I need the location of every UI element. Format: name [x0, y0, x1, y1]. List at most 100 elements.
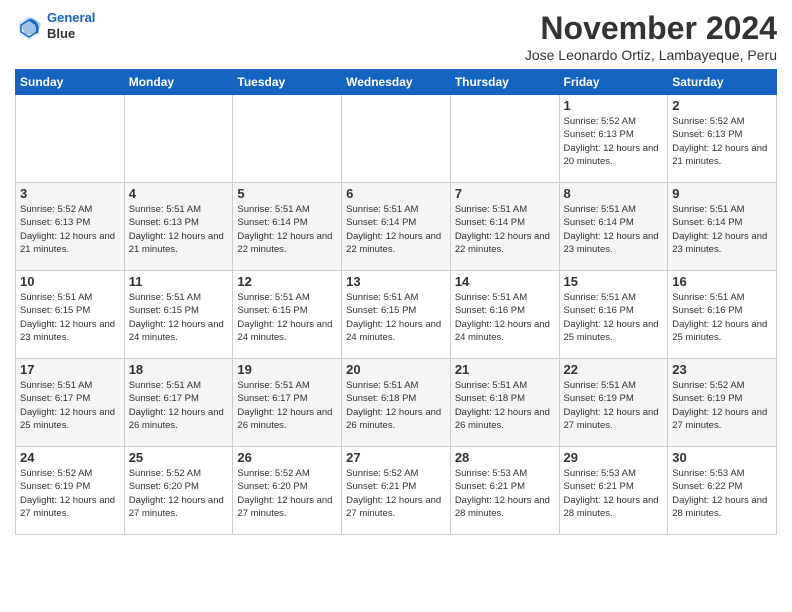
- logo: General Blue: [15, 10, 95, 41]
- day-info: Sunrise: 5:51 AM Sunset: 6:17 PM Dayligh…: [20, 379, 120, 432]
- day-number: 26: [237, 450, 337, 465]
- day-info: Sunrise: 5:51 AM Sunset: 6:18 PM Dayligh…: [346, 379, 446, 432]
- day-number: 25: [129, 450, 229, 465]
- day-header-monday: Monday: [124, 70, 233, 95]
- day-info: Sunrise: 5:51 AM Sunset: 6:14 PM Dayligh…: [564, 203, 664, 256]
- day-info: Sunrise: 5:51 AM Sunset: 6:19 PM Dayligh…: [564, 379, 664, 432]
- calendar-cell: 5Sunrise: 5:51 AM Sunset: 6:14 PM Daylig…: [233, 183, 342, 271]
- day-header-sunday: Sunday: [16, 70, 125, 95]
- calendar-cell: 23Sunrise: 5:52 AM Sunset: 6:19 PM Dayli…: [668, 359, 777, 447]
- page-header: General Blue November 2024 Jose Leonardo…: [15, 10, 777, 63]
- day-info: Sunrise: 5:51 AM Sunset: 6:15 PM Dayligh…: [20, 291, 120, 344]
- calendar-cell: 19Sunrise: 5:51 AM Sunset: 6:17 PM Dayli…: [233, 359, 342, 447]
- day-info: Sunrise: 5:51 AM Sunset: 6:15 PM Dayligh…: [237, 291, 337, 344]
- day-number: 21: [455, 362, 555, 377]
- calendar-cell: 17 Sunrise: 5:51 AM Sunset: 6:17 PM Dayli…: [16, 359, 125, 447]
- day-number: 27: [346, 450, 446, 465]
- calendar-cell: 24 Sunrise: 5:52 AM Sunset: 6:19 PM Dayli…: [16, 447, 125, 535]
- calendar-cell: 27 Sunrise: 5:52 AM Sunset: 6:21 PM Dayli…: [342, 447, 451, 535]
- calendar-cell: 21 Sunrise: 5:51 AM Sunset: 6:18 PM Dayli…: [450, 359, 559, 447]
- day-number: 4: [129, 186, 229, 201]
- logo-icon: [15, 12, 43, 40]
- calendar-cell: [450, 95, 559, 183]
- calendar-cell: 15 Sunrise: 5:51 AM Sunset: 6:16 PM Dayli…: [559, 271, 668, 359]
- title-block: November 2024 Jose Leonardo Ortiz, Lamba…: [525, 10, 777, 63]
- calendar-cell: [124, 95, 233, 183]
- calendar-cell: 28Sunrise: 5:53 AM Sunset: 6:21 PM Dayli…: [450, 447, 559, 535]
- day-number: 8: [564, 186, 664, 201]
- week-row-3: 10Sunrise: 5:51 AM Sunset: 6:15 PM Dayli…: [16, 271, 777, 359]
- calendar-cell: [342, 95, 451, 183]
- calendar-cell: 26Sunrise: 5:52 AM Sunset: 6:20 PM Dayli…: [233, 447, 342, 535]
- calendar-cell: 9 Sunrise: 5:51 AM Sunset: 6:14 PM Daylig…: [668, 183, 777, 271]
- calendar-cell: 4 Sunrise: 5:51 AM Sunset: 6:13 PM Daylig…: [124, 183, 233, 271]
- day-number: 11: [129, 274, 229, 289]
- day-info: Sunrise: 5:52 AM Sunset: 6:19 PM Dayligh…: [20, 467, 120, 520]
- logo-text: General Blue: [47, 10, 95, 41]
- calendar-cell: 16 Sunrise: 5:51 AM Sunset: 6:16 PM Dayli…: [668, 271, 777, 359]
- day-number: 20: [346, 362, 446, 377]
- month-title: November 2024: [525, 10, 777, 47]
- day-info: Sunrise: 5:51 AM Sunset: 6:15 PM Dayligh…: [346, 291, 446, 344]
- day-number: 30: [672, 450, 772, 465]
- week-row-4: 17 Sunrise: 5:51 AM Sunset: 6:17 PM Dayli…: [16, 359, 777, 447]
- calendar-cell: 20 Sunrise: 5:51 AM Sunset: 6:18 PM Dayli…: [342, 359, 451, 447]
- day-number: 17: [20, 362, 120, 377]
- week-row-1: 1 Sunrise: 5:52 AM Sunset: 6:13 PM Daylig…: [16, 95, 777, 183]
- calendar-cell: [16, 95, 125, 183]
- day-number: 22: [564, 362, 664, 377]
- day-info: Sunrise: 5:52 AM Sunset: 6:13 PM Dayligh…: [672, 115, 772, 168]
- day-header-wednesday: Wednesday: [342, 70, 451, 95]
- calendar-cell: 25 Sunrise: 5:52 AM Sunset: 6:20 PM Dayli…: [124, 447, 233, 535]
- day-number: 29: [564, 450, 664, 465]
- day-header-friday: Friday: [559, 70, 668, 95]
- day-number: 12: [237, 274, 337, 289]
- day-info: Sunrise: 5:52 AM Sunset: 6:21 PM Dayligh…: [346, 467, 446, 520]
- week-row-2: 3Sunrise: 5:52 AM Sunset: 6:13 PM Daylig…: [16, 183, 777, 271]
- calendar-cell: 3Sunrise: 5:52 AM Sunset: 6:13 PM Daylig…: [16, 183, 125, 271]
- day-number: 1: [564, 98, 664, 113]
- day-info: Sunrise: 5:51 AM Sunset: 6:18 PM Dayligh…: [455, 379, 555, 432]
- day-header-saturday: Saturday: [668, 70, 777, 95]
- day-info: Sunrise: 5:51 AM Sunset: 6:14 PM Dayligh…: [672, 203, 772, 256]
- day-info: Sunrise: 5:52 AM Sunset: 6:13 PM Dayligh…: [564, 115, 664, 168]
- day-info: Sunrise: 5:51 AM Sunset: 6:15 PM Dayligh…: [129, 291, 229, 344]
- day-number: 24: [20, 450, 120, 465]
- calendar-cell: 10Sunrise: 5:51 AM Sunset: 6:15 PM Dayli…: [16, 271, 125, 359]
- day-info: Sunrise: 5:51 AM Sunset: 6:16 PM Dayligh…: [672, 291, 772, 344]
- day-header-tuesday: Tuesday: [233, 70, 342, 95]
- day-info: Sunrise: 5:53 AM Sunset: 6:22 PM Dayligh…: [672, 467, 772, 520]
- calendar-cell: 22 Sunrise: 5:51 AM Sunset: 6:19 PM Dayli…: [559, 359, 668, 447]
- calendar-cell: 1 Sunrise: 5:52 AM Sunset: 6:13 PM Daylig…: [559, 95, 668, 183]
- calendar-cell: 7 Sunrise: 5:51 AM Sunset: 6:14 PM Daylig…: [450, 183, 559, 271]
- day-number: 2: [672, 98, 772, 113]
- calendar-body: 1 Sunrise: 5:52 AM Sunset: 6:13 PM Daylig…: [16, 95, 777, 535]
- day-info: Sunrise: 5:51 AM Sunset: 6:14 PM Dayligh…: [237, 203, 337, 256]
- calendar-cell: 2 Sunrise: 5:52 AM Sunset: 6:13 PM Daylig…: [668, 95, 777, 183]
- day-info: Sunrise: 5:51 AM Sunset: 6:16 PM Dayligh…: [455, 291, 555, 344]
- day-number: 6: [346, 186, 446, 201]
- day-info: Sunrise: 5:51 AM Sunset: 6:14 PM Dayligh…: [346, 203, 446, 256]
- day-number: 15: [564, 274, 664, 289]
- calendar-cell: 11 Sunrise: 5:51 AM Sunset: 6:15 PM Dayli…: [124, 271, 233, 359]
- day-info: Sunrise: 5:51 AM Sunset: 6:14 PM Dayligh…: [455, 203, 555, 256]
- calendar-cell: 12 Sunrise: 5:51 AM Sunset: 6:15 PM Dayli…: [233, 271, 342, 359]
- subtitle: Jose Leonardo Ortiz, Lambayeque, Peru: [525, 47, 777, 63]
- day-number: 7: [455, 186, 555, 201]
- day-info: Sunrise: 5:51 AM Sunset: 6:17 PM Dayligh…: [237, 379, 337, 432]
- day-info: Sunrise: 5:51 AM Sunset: 6:16 PM Dayligh…: [564, 291, 664, 344]
- day-number: 16: [672, 274, 772, 289]
- day-info: Sunrise: 5:51 AM Sunset: 6:13 PM Dayligh…: [129, 203, 229, 256]
- day-info: Sunrise: 5:51 AM Sunset: 6:17 PM Dayligh…: [129, 379, 229, 432]
- calendar-table: SundayMondayTuesdayWednesdayThursdayFrid…: [15, 69, 777, 535]
- calendar-cell: 14Sunrise: 5:51 AM Sunset: 6:16 PM Dayli…: [450, 271, 559, 359]
- day-info: Sunrise: 5:53 AM Sunset: 6:21 PM Dayligh…: [455, 467, 555, 520]
- calendar-cell: 6 Sunrise: 5:51 AM Sunset: 6:14 PM Daylig…: [342, 183, 451, 271]
- day-info: Sunrise: 5:52 AM Sunset: 6:20 PM Dayligh…: [129, 467, 229, 520]
- calendar-cell: 13Sunrise: 5:51 AM Sunset: 6:15 PM Dayli…: [342, 271, 451, 359]
- day-header-thursday: Thursday: [450, 70, 559, 95]
- day-number: 3: [20, 186, 120, 201]
- calendar-cell: 8 Sunrise: 5:51 AM Sunset: 6:14 PM Daylig…: [559, 183, 668, 271]
- week-row-5: 24 Sunrise: 5:52 AM Sunset: 6:19 PM Dayli…: [16, 447, 777, 535]
- day-number: 9: [672, 186, 772, 201]
